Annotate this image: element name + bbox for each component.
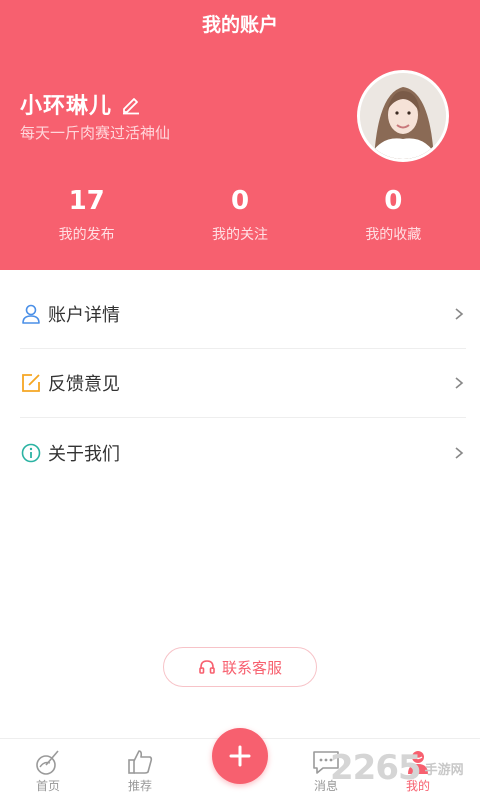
stat-label: 我的收藏 <box>365 227 422 243</box>
stats-row: 17 我的发布 0 我的关注 0 我的收藏 <box>0 182 480 244</box>
user-icon <box>20 303 42 325</box>
stat-following[interactable]: 0 我的关注 <box>170 182 310 244</box>
tab-messages[interactable]: 消息 <box>296 747 356 794</box>
edit-square-icon <box>20 372 42 394</box>
menu-item-feedback[interactable]: 反馈意见 <box>20 349 466 418</box>
chevron-right-icon <box>455 446 464 459</box>
page-title: 我的账户 <box>201 14 278 36</box>
profile-icon <box>408 751 428 774</box>
plus-icon <box>229 745 251 767</box>
chevron-right-icon <box>455 308 464 320</box>
contact-service-label: 联系客服 <box>221 658 282 677</box>
profile-header: 我的账户 小环琳儿 每天一斤肉赛过活神仙 17 我的发布 0 我的关注 0 我的… <box>0 0 480 270</box>
tab-mine[interactable]: 我的 <box>388 747 448 794</box>
stat-value: 0 <box>230 186 250 216</box>
menu-label: 账户详情 <box>48 305 120 326</box>
stat-favorites[interactable]: 0 我的收藏 <box>323 182 463 244</box>
stat-label: 我的发布 <box>58 227 115 243</box>
username: 小环琳儿 <box>20 94 113 119</box>
menu-label: 关于我们 <box>48 443 120 465</box>
menu-label: 反馈意见 <box>48 374 120 395</box>
edit-pencil-icon[interactable] <box>120 93 142 115</box>
stat-value: 17 <box>68 186 105 216</box>
stat-label: 我的关注 <box>211 227 268 243</box>
create-post-button[interactable] <box>212 728 268 784</box>
menu-item-about-us[interactable]: 关于我们 <box>20 418 466 487</box>
stat-value: 0 <box>384 186 403 216</box>
avatar[interactable] <box>357 70 449 162</box>
stat-posts[interactable]: 17 我的发布 <box>17 182 157 244</box>
menu-item-account-details[interactable]: 账户详情 <box>20 280 466 349</box>
tab-label: 首页 <box>35 779 60 793</box>
tab-recommend[interactable]: 推荐 <box>110 747 170 794</box>
username-row: 小环琳儿 <box>20 88 142 120</box>
contact-service-button[interactable]: 联系客服 <box>163 647 317 687</box>
message-icon <box>313 751 339 774</box>
headset-icon <box>199 660 215 674</box>
tab-label: 消息 <box>313 779 338 793</box>
tab-home[interactable]: 首页 <box>18 747 78 794</box>
user-bio: 每天一斤肉赛过活神仙 <box>20 124 171 142</box>
settings-menu: 账户详情 反馈意见 关于我们 <box>20 280 466 487</box>
thumbs-up-icon <box>128 750 153 774</box>
tab-label: 我的 <box>405 779 430 793</box>
info-icon <box>20 442 42 464</box>
tab-label: 推荐 <box>127 779 152 793</box>
chevron-right-icon <box>455 377 464 389</box>
home-guitar-icon <box>36 750 59 775</box>
